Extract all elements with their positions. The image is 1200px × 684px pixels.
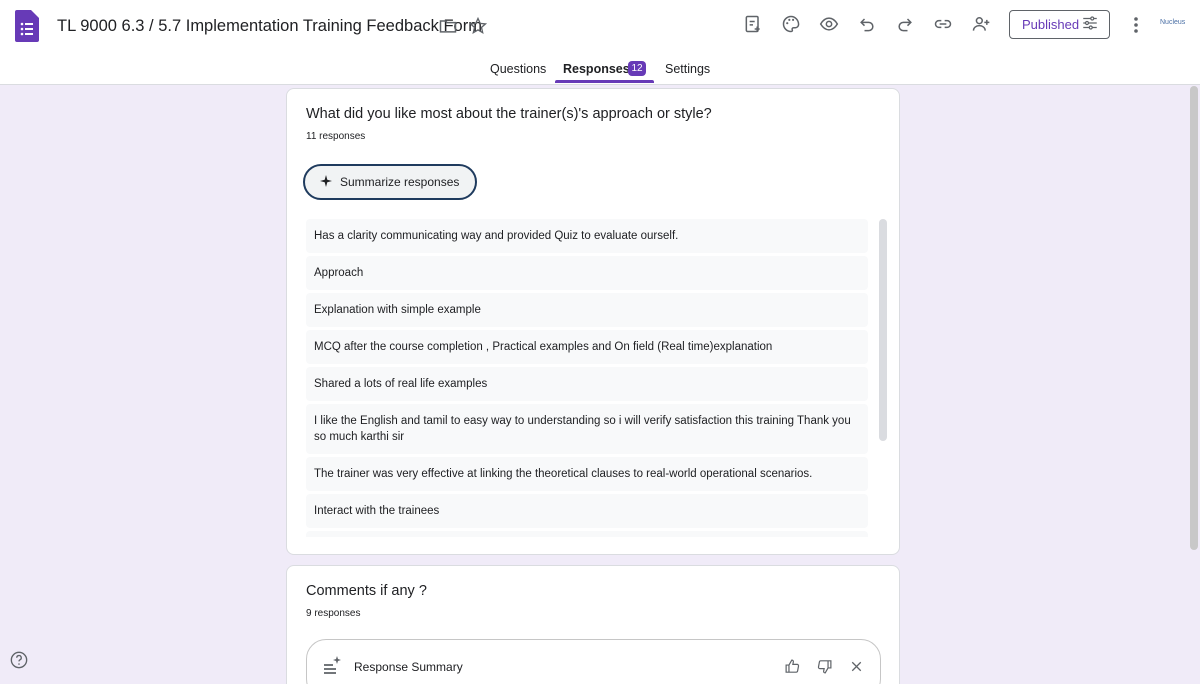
app-header: TL 9000 6.3 / 5.7 Implementation Trainin… [0,0,1200,85]
form-title[interactable]: TL 9000 6.3 / 5.7 Implementation Trainin… [57,17,482,36]
tab-questions[interactable]: Questions [490,62,546,76]
link-icon[interactable] [932,13,954,35]
question-card-comments: Comments if any ? 9 responses Response S… [286,565,900,684]
page-scrollbar[interactable] [1190,86,1198,550]
add-on-icon[interactable] [742,13,764,35]
responses-count-badge: 12 [628,61,646,76]
response-list[interactable]: Has a clarity communicating way and prov… [306,219,868,537]
response-count: 9 responses [306,608,361,619]
thumbs-down-icon[interactable] [815,657,833,675]
palette-icon[interactable] [780,13,802,35]
summarize-label: Summarize responses [340,175,460,189]
forms-app-icon[interactable] [15,10,39,42]
sparkle-icon [320,174,332,190]
response-item: The trainer was very effective at linkin… [306,457,868,491]
tab-bar: Questions Responses 12 Settings [0,58,1200,84]
add-collaborator-icon[interactable] [970,13,992,35]
active-tab-indicator [555,80,654,83]
question-title: Comments if any ? [306,583,427,599]
response-item: Explanation with simple example [306,293,868,327]
response-item: MCQ after the course completion , Practi… [306,330,868,364]
brand-logo[interactable]: Nucleus [1160,19,1185,26]
response-list-scrollbar[interactable] [879,219,887,441]
tab-settings[interactable]: Settings [665,62,710,76]
thumbs-up-icon[interactable] [783,657,801,675]
more-vert-icon[interactable] [1126,14,1146,36]
close-icon[interactable] [847,657,865,675]
preview-eye-icon[interactable] [818,13,840,35]
move-folder-icon[interactable] [437,15,459,37]
redo-icon[interactable] [894,13,916,35]
response-item: I like the English and tamil to easy way… [306,404,868,454]
response-count: 11 responses [306,131,366,142]
help-icon[interactable] [10,651,28,669]
summarize-responses-button[interactable]: Summarize responses [303,164,477,200]
response-item: Shared a lots of real life examples [306,367,868,401]
published-label: Published [1022,17,1080,32]
tab-responses[interactable]: Responses [563,62,630,76]
response-item: Has a clarity communicating way and prov… [306,219,868,253]
summary-sparkle-list-icon [322,655,342,675]
star-icon[interactable] [467,15,489,37]
published-button[interactable]: Published [1009,10,1110,39]
response-item: Interact with the trainees [306,494,868,528]
tune-icon [1081,14,1099,35]
response-item: Good and the approaches most valued and … [306,531,868,537]
response-summary-label: Response Summary [354,660,463,674]
question-card-trainer-approach: What did you like most about the trainer… [286,88,900,555]
question-title: What did you like most about the trainer… [306,106,712,122]
undo-icon[interactable] [856,13,878,35]
response-summary-panel: Response Summary [306,639,881,684]
response-item: Approach [306,256,868,290]
